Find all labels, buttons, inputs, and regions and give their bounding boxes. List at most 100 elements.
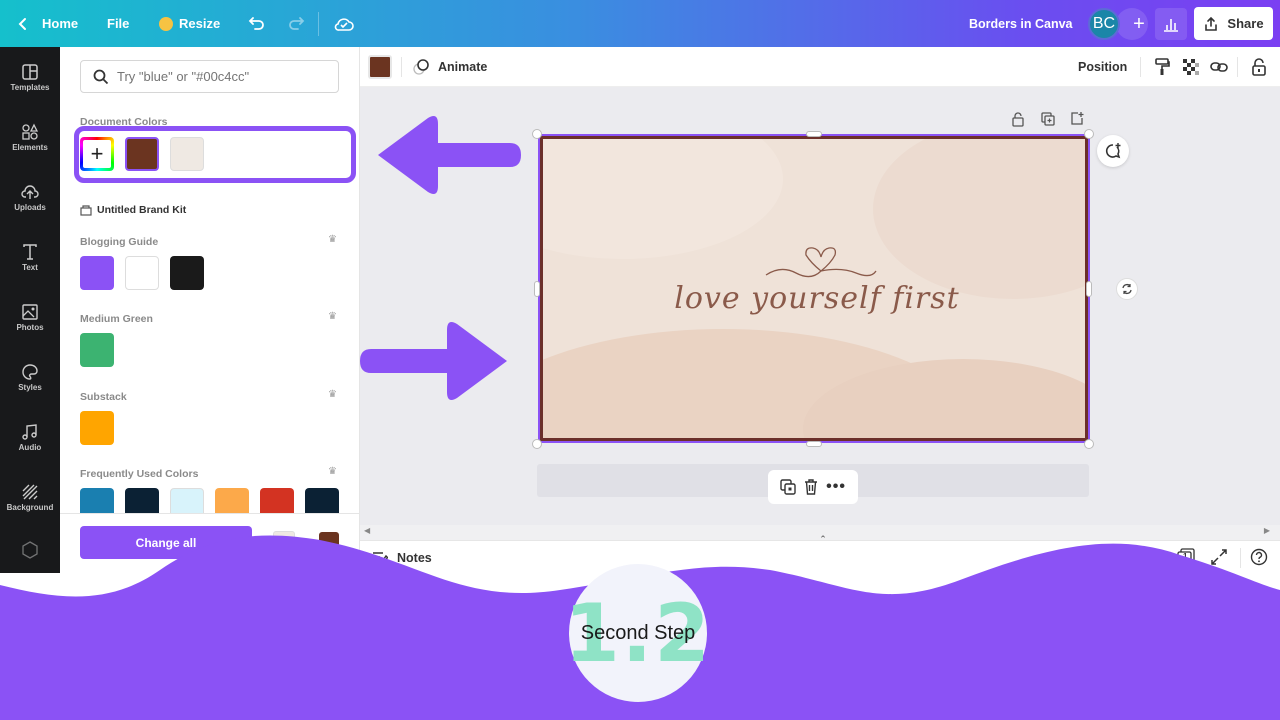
rotate-button[interactable] <box>1116 278 1138 300</box>
color-swatch[interactable] <box>125 256 159 290</box>
color-swatch[interactable] <box>215 488 249 513</box>
insights-button[interactable] <box>1155 8 1187 40</box>
rail-label: Photos <box>16 323 44 332</box>
resize-handle[interactable] <box>532 439 542 449</box>
redo-button[interactable] <box>287 0 305 47</box>
rail-item-uploads[interactable]: Uploads <box>0 183 60 212</box>
undo-button[interactable] <box>248 0 266 47</box>
rail-item-background[interactable]: Background <box>0 483 60 512</box>
rail-item-text[interactable]: Text <box>0 243 60 272</box>
position-button[interactable]: Position <box>1078 47 1127 87</box>
more-icon[interactable]: ••• <box>826 478 846 496</box>
brand-kit-title: Untitled Brand Kit <box>97 204 187 216</box>
color-search-input[interactable] <box>117 69 317 84</box>
color-swatch[interactable] <box>80 333 114 367</box>
document-title[interactable]: Borders in Canva <box>969 0 1073 47</box>
rail-item-photos[interactable]: Photos <box>0 303 60 332</box>
color-swatch[interactable] <box>170 256 204 290</box>
file-menu[interactable]: File <box>107 0 129 47</box>
palette-title: Frequently Used Colors <box>80 468 199 480</box>
styles-icon <box>22 364 38 380</box>
add-page-button[interactable] <box>1068 109 1086 127</box>
rail-item-templates[interactable]: Templates <box>0 63 60 92</box>
color-swatch[interactable] <box>125 488 159 513</box>
uploads-icon <box>21 185 39 199</box>
resize-handle[interactable] <box>1084 129 1094 139</box>
unlock-icon <box>1252 58 1266 76</box>
position-label: Position <box>1078 60 1128 74</box>
background-icon <box>22 484 38 500</box>
brand-kit-icon <box>80 205 92 216</box>
home-button[interactable]: Home <box>18 0 78 47</box>
transparency-icon <box>1183 59 1199 75</box>
duplicate-page-button[interactable] <box>1039 110 1057 128</box>
design-text[interactable]: love yourself first <box>543 281 1085 316</box>
color-swatch[interactable] <box>260 488 294 513</box>
link-button[interactable] <box>1207 55 1231 79</box>
divider <box>318 12 319 36</box>
design-page[interactable]: love yourself first <box>538 134 1090 443</box>
resize-handle[interactable] <box>532 129 542 139</box>
rotate-icon <box>1122 283 1132 295</box>
add-icon: + <box>1133 12 1145 35</box>
text-icon <box>23 244 37 260</box>
arrow-right-icon <box>360 322 507 400</box>
rail-item-styles[interactable]: Styles <box>0 363 60 392</box>
top-bar: Home File Resize Borders in Canva + BC S… <box>0 0 1280 47</box>
cloud-save-button[interactable] <box>334 0 354 47</box>
divider <box>60 513 360 514</box>
step-label: Second Step <box>580 621 696 644</box>
avatar[interactable]: BC <box>1088 8 1120 40</box>
palette-title: Blogging Guide <box>80 236 159 248</box>
copy-style-button[interactable] <box>1150 55 1174 79</box>
duplicate-icon[interactable] <box>780 479 796 495</box>
elements-icon <box>22 123 39 140</box>
step-badge: 1.2 Second Step <box>564 564 710 702</box>
animate-button[interactable]: Animate <box>412 47 487 87</box>
crown-icon: ♛ <box>328 466 337 477</box>
home-label: Home <box>42 16 79 31</box>
bar-chart-icon <box>1164 19 1178 32</box>
color-search[interactable] <box>80 60 339 93</box>
rail-item-elements[interactable]: Elements <box>0 123 60 152</box>
color-swatch[interactable] <box>80 256 114 290</box>
lock-page-button[interactable] <box>1009 110 1027 128</box>
color-swatch[interactable] <box>170 488 204 513</box>
rail-label: Text <box>22 263 38 272</box>
resize-handle[interactable] <box>534 281 540 297</box>
share-icon <box>1205 16 1218 31</box>
lock-button[interactable] <box>1247 55 1271 79</box>
resize-handle[interactable] <box>1084 439 1094 449</box>
trash-icon[interactable] <box>804 479 818 495</box>
add-comment-button[interactable] <box>1097 135 1129 167</box>
transparency-button[interactable] <box>1179 55 1203 79</box>
search-icon <box>93 69 109 84</box>
rail-item-audio[interactable]: Audio <box>0 423 60 452</box>
add-collaborator-button[interactable]: + <box>1116 8 1148 40</box>
resize-handle[interactable] <box>806 441 822 447</box>
resize-handle[interactable] <box>806 131 822 137</box>
resize-handle[interactable] <box>1086 281 1092 297</box>
share-button[interactable]: Share <box>1194 7 1273 40</box>
rail-label: Elements <box>12 143 48 152</box>
chevron-left-icon <box>18 17 26 30</box>
paint-roller-icon <box>1155 58 1170 75</box>
templates-icon <box>22 64 38 80</box>
divider <box>401 57 402 77</box>
color-swatch[interactable] <box>80 488 114 513</box>
resize-button[interactable]: Resize <box>159 0 220 47</box>
rail-label: Styles <box>18 383 42 392</box>
document-title-label: Borders in Canva <box>969 16 1073 31</box>
color-swatch[interactable] <box>80 411 114 445</box>
comment-add-icon <box>1105 143 1121 159</box>
color-panel: Document Colors + Untitled Brand Kit Blo… <box>60 47 360 573</box>
crown-icon <box>159 16 173 31</box>
text-color-button[interactable] <box>368 55 392 79</box>
redo-icon <box>289 16 305 30</box>
share-label: Share <box>1227 16 1264 31</box>
cloud-check-icon <box>334 17 354 31</box>
frequent-colors-row <box>60 487 360 513</box>
highlight-box <box>74 126 356 183</box>
undo-icon <box>248 16 264 30</box>
color-swatch[interactable] <box>305 488 339 513</box>
